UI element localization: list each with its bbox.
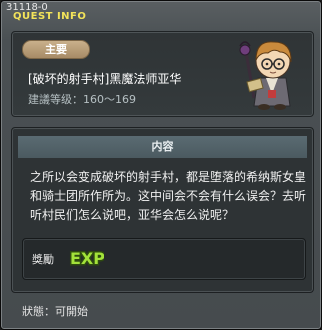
quest-description: 之所以会变成破坏的射手村，都是堕落的希纳斯女皇和骑士团所作所为。这中间会不会有什… — [30, 170, 307, 222]
exp-reward-icon[interactable]: EXP EXP — [68, 247, 105, 270]
window-title: QUEST INFO — [13, 11, 87, 22]
quest-status: 狀態：可開始 — [22, 305, 88, 318]
quest-content-panel: 内容 之所以会变成破坏的射手村，都是堕落的希纳斯女皇和骑士团所作所为。这中间会不… — [11, 127, 314, 293]
reward-label: 獎勵 — [32, 253, 54, 266]
content-section-title: 内容 — [18, 136, 307, 158]
title-bar[interactable]: 31118-0 QUEST INFO — [4, 1, 320, 23]
recommended-level: 建議等级：160～169 — [28, 93, 136, 106]
exp-icon-text: EXP — [70, 249, 104, 268]
quest-title: [破坏的射手村]黑魔法师亚华 — [28, 72, 182, 86]
quest-type-badge: 主要 — [22, 40, 90, 59]
reward-box: 獎勵 EXP EXP — [22, 238, 306, 280]
quest-header-panel: 主要 [破坏的射手村]黑魔法师亚华 建議等级：160～169 — [11, 31, 314, 117]
quest-info-window: 31118-0 QUEST INFO 主要 [破坏的射手村]黑魔法师亚华 建議等… — [0, 0, 322, 330]
npc-wizard-portrait-icon — [239, 41, 292, 110]
